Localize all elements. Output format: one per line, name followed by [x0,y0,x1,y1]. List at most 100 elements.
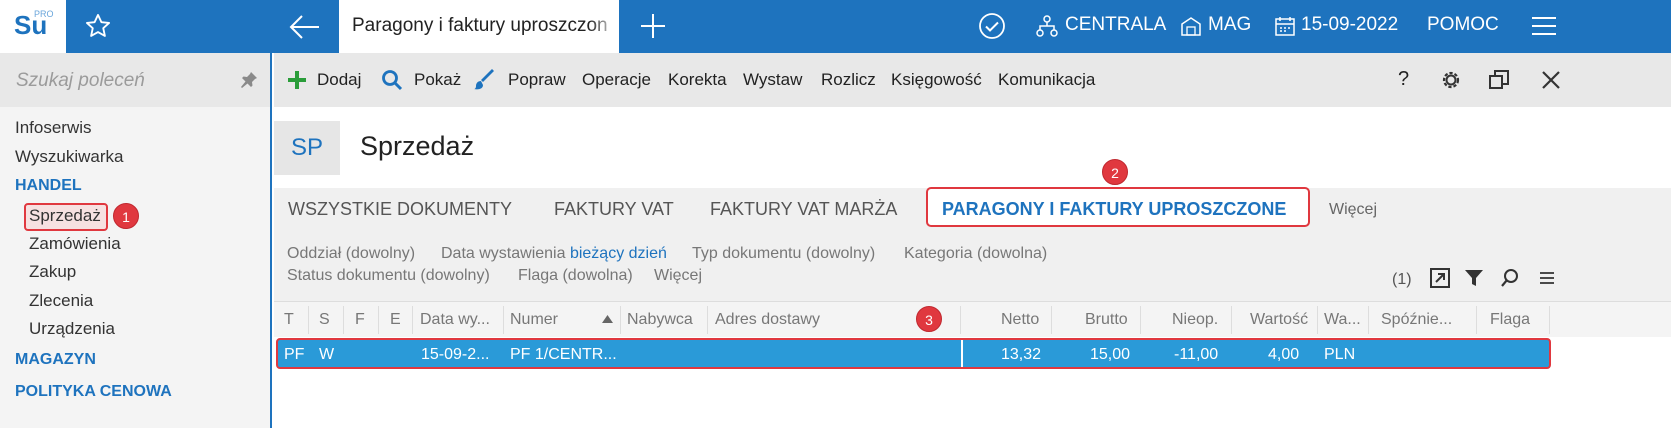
close-icon[interactable] [1540,69,1562,91]
export-icon[interactable] [1430,268,1450,288]
column-separator [378,306,379,334]
step-badge-1: 1 [113,203,139,229]
cell-status: W [319,346,335,363]
filter-more[interactable]: Więcej [654,267,702,285]
cell-value: 4,00 [1268,346,1300,363]
column-header-unpaid[interactable]: Nieop. [1172,311,1218,329]
filter-issue-date[interactable]: Data wystawienia bieżący dzień [441,245,667,263]
sidebar-item-zlecenia[interactable]: Zlecenia [29,291,93,311]
branch-network-icon [1036,15,1058,37]
sidebar-item-zakup[interactable]: Zakup [29,262,76,282]
search-input[interactable]: Szukaj poleceń [16,70,145,92]
find-magnifier-icon[interactable] [1500,268,1520,288]
settings-gear-icon[interactable] [1440,69,1462,91]
column-header-flag[interactable]: Flaga [1490,311,1530,329]
favorites-star-icon[interactable] [84,12,112,40]
column-header-delivery-address[interactable]: Adres dostawy [715,311,820,329]
column-separator [308,306,309,334]
columns-menu-icon[interactable] [1537,268,1557,288]
table-row[interactable]: PF W 15-09-2... PF 1/CENTR... 13,32 15,0… [276,338,1551,369]
cell-number: PF 1/CENTR... [510,346,617,363]
restore-window-icon[interactable] [1488,69,1510,91]
column-header-t[interactable]: T [284,311,294,329]
operations-menu[interactable]: Operacje [582,70,651,90]
filter-category[interactable]: Kategoria (dowolna) [904,245,1047,263]
hamburger-menu-icon[interactable] [1531,15,1557,37]
date-menu[interactable]: 15-09-2022 [1301,14,1398,36]
tab-vat-invoices[interactable]: FAKTURY VAT [554,199,674,220]
accounting-menu[interactable]: Księgowość [891,70,982,90]
back-arrow-icon[interactable] [289,14,321,40]
sidebar-item-zamowienia[interactable]: Zamówienia [29,234,121,254]
cell-netto: 13,32 [1001,346,1042,363]
tab-receipts-simplified-invoices[interactable]: PARAGONY I FAKTURY UPROSZCZONE [942,199,1286,220]
column-separator [1549,306,1550,334]
filter-flag[interactable]: Flaga (dowolna) [518,267,633,285]
active-window-tab[interactable]: Paragony i faktury uproszczone [339,0,619,53]
sidebar-item-sprzedaz[interactable]: Sprzedaż [29,206,101,226]
cell-brutto: 15,00 [1090,346,1131,363]
tab-fade [589,0,619,53]
filter-document-type[interactable]: Typ dokumentu (dowolny) [692,245,875,263]
command-toolbar: Dodaj Pokaż Popraw Operacje Korekta Wyst… [274,53,1671,107]
column-header-number[interactable]: Numer [510,311,558,329]
sidebar-section-polityka-cenowa[interactable]: POLITYKA CENOWA [15,383,172,401]
column-header-s[interactable]: S [319,311,330,329]
filter-funnel-icon[interactable] [1464,268,1484,288]
edit-button[interactable]: Popraw [508,70,566,90]
sort-ascending-icon[interactable] [602,315,613,323]
search-icon[interactable] [381,69,403,91]
sidebar-section-handel[interactable]: HANDEL [15,177,82,195]
cell-currency: PLN [1324,346,1356,363]
pin-icon[interactable] [240,71,258,89]
help-menu[interactable]: POMOC [1427,14,1499,36]
help-button[interactable]: ? [1398,68,1409,91]
command-search[interactable]: Szukaj poleceń [0,53,270,107]
sidebar-item-wyszukiwarka[interactable]: Wyszukiwarka [15,147,123,167]
warehouse-icon [1181,17,1201,36]
filter-branch[interactable]: Oddział (dowolny) [287,245,415,263]
correction-menu[interactable]: Korekta [668,70,727,90]
logo-pro-badge: PRO [34,9,54,19]
add-plus-icon[interactable] [286,69,308,91]
status-check-icon[interactable] [978,12,1006,40]
edit-brush-icon[interactable] [474,69,496,91]
column-header-netto[interactable]: Netto [1001,311,1039,329]
grid-body [274,370,1671,428]
column-header-e[interactable]: E [390,311,401,329]
new-tab-plus-icon[interactable] [640,13,666,39]
sidebar-item-urzadzenia[interactable]: Urządzenia [29,319,115,339]
column-separator [1140,306,1141,334]
module-code-tile: SP [274,121,340,175]
column-separator [960,306,961,334]
sidebar-item-infoserwis[interactable]: Infoserwis [15,118,92,138]
record-count: (1) [1392,271,1412,288]
filter-date-value[interactable]: bieżący dzień [570,245,667,262]
communication-menu[interactable]: Komunikacja [998,70,1095,90]
warehouse-menu[interactable]: MAG [1208,14,1251,36]
filter-bar: Oddział (dowolny) Data wystawienia bieżą… [274,231,1671,301]
step-badge-2: 2 [1102,159,1128,185]
column-header-currency[interactable]: Wa... [1324,311,1361,329]
column-header-date[interactable]: Data wy... [420,311,490,329]
filter-date-label: Data wystawienia [441,245,566,262]
column-header-brutto[interactable]: Brutto [1085,311,1128,329]
column-header-delay[interactable]: Spóźnie... [1381,311,1452,329]
column-separator [343,306,344,334]
issue-menu[interactable]: Wystaw [743,70,802,90]
tab-more[interactable]: Więcej [1329,201,1377,219]
settle-menu[interactable]: Rozlicz [821,70,876,90]
tab-all-documents[interactable]: WSZYSTKIE DOKUMENTY [288,199,512,220]
calendar-icon [1275,17,1295,36]
column-header-buyer[interactable]: Nabywca [627,311,693,329]
sidebar-section-magazyn[interactable]: MAGAZYN [15,351,96,369]
app-logo[interactable]: Su PRO [0,0,66,53]
filter-document-status[interactable]: Status dokumentu (dowolny) [287,267,490,285]
tab-vat-margin-invoices[interactable]: FAKTURY VAT MARŻA [710,199,897,220]
add-button[interactable]: Dodaj [317,70,361,90]
column-header-f[interactable]: F [355,311,365,329]
branch-menu[interactable]: CENTRALA [1065,14,1166,36]
show-button[interactable]: Pokaż [414,70,461,90]
column-separator [412,306,413,334]
column-header-value[interactable]: Wartość [1250,311,1308,329]
